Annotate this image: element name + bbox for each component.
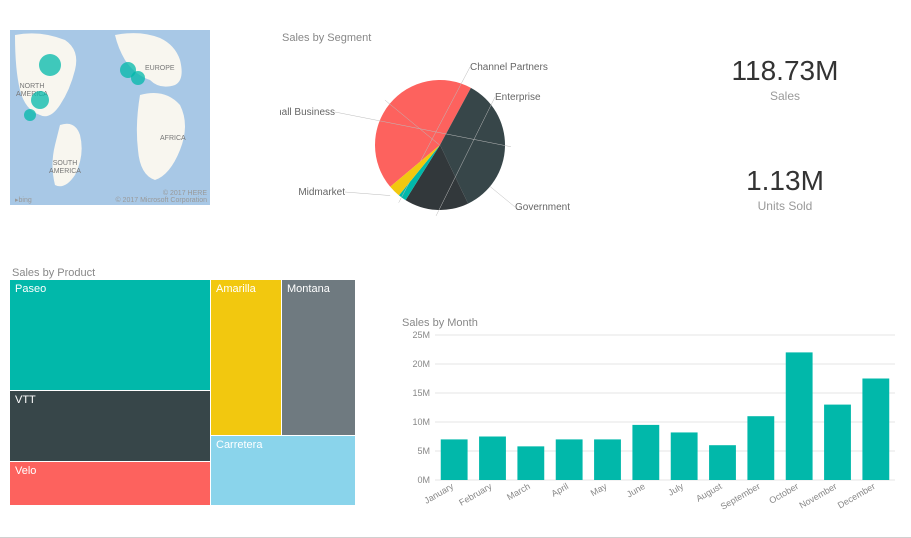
- bar-august[interactable]: [709, 445, 736, 480]
- bar-june[interactable]: [632, 425, 659, 480]
- treemap-title: Sales by Product: [12, 267, 95, 279]
- svg-text:AMERICA: AMERICA: [49, 168, 81, 175]
- svg-text:© 2017 Microsoft Corporation: © 2017 Microsoft Corporation: [115, 196, 207, 204]
- kpi-sales-card[interactable]: 118.73M Sales: [700, 55, 870, 103]
- x-label: December: [836, 481, 877, 510]
- svg-text:AFRICA: AFRICA: [160, 135, 186, 142]
- pie-label: Government: [515, 202, 570, 213]
- svg-text:SOUTH: SOUTH: [53, 160, 78, 167]
- x-label: July: [666, 481, 685, 498]
- x-label: June: [625, 481, 647, 499]
- y-tick: 10M: [412, 417, 430, 427]
- pie-label: Small Business: [280, 107, 335, 118]
- x-label: February: [457, 481, 494, 508]
- pie-label: Enterprise: [495, 92, 541, 103]
- treemap-cell-montana[interactable]: Montana: [282, 280, 355, 435]
- bar-july[interactable]: [671, 432, 698, 480]
- svg-text:© 2017 HERE: © 2017 HERE: [163, 189, 207, 197]
- treemap-cell-paseo[interactable]: Paseo: [10, 280, 210, 390]
- bar-may[interactable]: [594, 439, 621, 480]
- pie-label: Channel Partners: [470, 62, 548, 73]
- treemap-cell-carretera[interactable]: Carretera: [211, 436, 355, 505]
- sales-by-country-map[interactable]: NORTH AMERICA SOUTH AMERICA EUROPE AFRIC…: [10, 30, 210, 220]
- y-tick: 5M: [417, 446, 430, 456]
- bar-october[interactable]: [786, 352, 813, 480]
- x-label: August: [694, 481, 724, 504]
- pie-label: Midmarket: [298, 187, 345, 198]
- y-tick: 15M: [412, 388, 430, 398]
- x-label: November: [798, 481, 839, 510]
- bar-september[interactable]: [747, 416, 774, 480]
- x-label: April: [550, 481, 571, 499]
- bar-november[interactable]: [824, 405, 851, 480]
- bar-december[interactable]: [862, 379, 889, 481]
- sales-by-product-treemap[interactable]: PaseoVTTVeloAmarillaMontanaCarretera: [10, 280, 355, 505]
- treemap-cell-amarilla[interactable]: Amarilla: [211, 280, 281, 435]
- bar-april[interactable]: [556, 439, 583, 480]
- kpi-units-value: 1.13M: [700, 165, 870, 197]
- sales-by-segment-pie[interactable]: Government Small Business Enterprise Channe…: [280, 30, 580, 240]
- kpi-units-label: Units Sold: [700, 199, 870, 213]
- y-tick: 0M: [417, 475, 430, 485]
- svg-text:EUROPE: EUROPE: [145, 65, 175, 72]
- bar-march[interactable]: [517, 446, 544, 480]
- y-tick: 25M: [412, 330, 430, 340]
- svg-text:NORTH: NORTH: [20, 83, 45, 90]
- bar-february[interactable]: [479, 437, 506, 481]
- kpi-sales-value: 118.73M: [700, 55, 870, 87]
- map-provider: ▸bing: [15, 197, 32, 204]
- treemap-cell-velo[interactable]: Velo: [10, 462, 210, 505]
- x-label: September: [719, 481, 762, 512]
- bar-january[interactable]: [441, 439, 468, 480]
- x-label: May: [589, 481, 609, 498]
- y-tick: 20M: [412, 359, 430, 369]
- kpi-units-card[interactable]: 1.13M Units Sold: [700, 165, 870, 213]
- sales-by-month-bars[interactable]: 0M5M10M15M20M25MJanuaryFebruaryMarchApri…: [400, 315, 900, 515]
- treemap-cell-vtt[interactable]: VTT: [10, 391, 210, 461]
- kpi-sales-label: Sales: [700, 89, 870, 103]
- x-label: October: [767, 481, 800, 506]
- x-label: March: [505, 481, 532, 502]
